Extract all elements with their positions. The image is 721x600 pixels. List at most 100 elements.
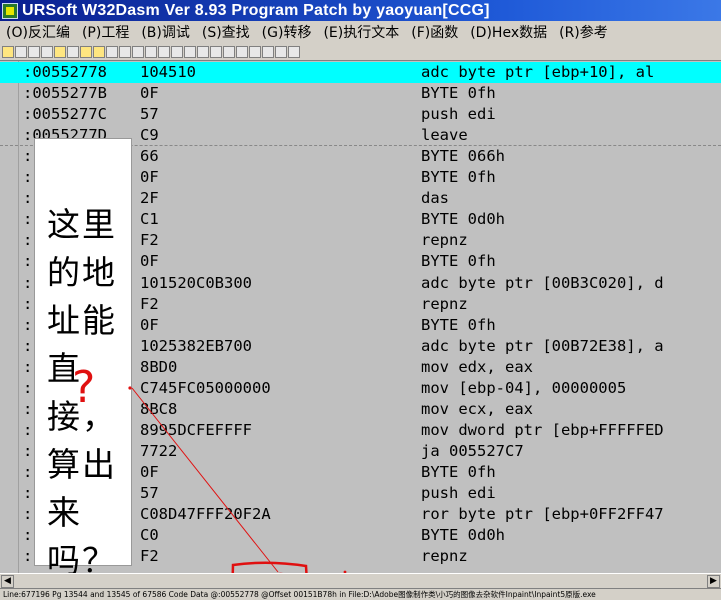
row-instruction: mov [ebp-04], 00000005 — [421, 378, 627, 397]
row-instruction: ja 005527C7 — [421, 441, 524, 460]
row-address: : — [23, 462, 33, 481]
toolbar-jump-icon[interactable] — [158, 45, 170, 58]
toolbar-string-ref-icon[interactable] — [288, 45, 300, 58]
row-hex-bytes: 0F — [140, 252, 159, 271]
arrow-left-icon[interactable]: ◀ — [1, 575, 14, 588]
menu-bar: (O)反汇编 (P)工程 (B)调试 (S)查找 (G)转移 (E)执行文本 (… — [0, 21, 721, 43]
toolbar-return-icon[interactable] — [171, 45, 183, 58]
row-address: : — [23, 189, 33, 208]
row-instruction: repnz — [421, 231, 468, 250]
disassembly-row[interactable]: :00552778 104510 adc byte ptr [ebp+10], al — [0, 62, 721, 83]
row-hex-bytes: F2 — [140, 547, 159, 566]
toolbar-imports-icon[interactable] — [210, 45, 222, 58]
row-address: : — [23, 315, 33, 334]
menu-search[interactable]: (S)查找 — [196, 22, 256, 42]
toolbar-hex-icon[interactable] — [236, 45, 248, 58]
row-hex-bytes: 0F — [140, 462, 159, 481]
row-instruction: push edi — [421, 105, 496, 124]
toolbar-goto-offset-icon[interactable] — [145, 45, 157, 58]
row-address: : — [23, 357, 33, 376]
row-instruction: mov dword ptr [ebp+FFFFFED — [421, 420, 664, 439]
toolbar-goto-page-icon[interactable] — [132, 45, 144, 58]
row-instruction: das — [421, 189, 449, 208]
row-address: :0055277B — [23, 84, 107, 103]
toolbar-menu-ref-icon[interactable] — [262, 45, 274, 58]
row-hex-bytes: C0 — [140, 526, 159, 545]
toolbar-save-icon[interactable] — [15, 45, 27, 58]
row-instruction: BYTE 0fh — [421, 315, 496, 334]
toolbar-print-icon[interactable] — [28, 45, 40, 58]
row-hex-bytes: 57 — [140, 105, 159, 124]
menu-disassemble[interactable]: (O)反汇编 — [0, 22, 76, 42]
row-instruction: BYTE 0fh — [421, 84, 496, 103]
row-instruction: BYTE 0d0h — [421, 526, 505, 545]
row-hex-bytes: C1 — [140, 210, 159, 229]
toolbar-load-icon[interactable] — [54, 45, 66, 58]
toolbar-step-icon[interactable] — [80, 45, 92, 58]
toolbar-open-icon[interactable] — [2, 45, 14, 58]
row-hex-bytes: C9 — [140, 126, 159, 145]
row-hex-bytes: 0F — [140, 315, 159, 334]
row-instruction: repnz — [421, 294, 468, 313]
row-hex-bytes: C745FC05000000 — [140, 378, 271, 397]
row-address: : — [23, 231, 33, 250]
toolbar-break-icon[interactable] — [93, 45, 105, 58]
row-instruction: leave — [421, 126, 468, 145]
row-address: :0055277C — [23, 105, 107, 124]
annotation-note-text: 这里的地址能直接，算出来吗？ — [47, 205, 117, 580]
toolbar-return-call-icon[interactable] — [197, 45, 209, 58]
app-icon[interactable] — [2, 2, 18, 19]
row-hex-bytes: 8BC8 — [140, 399, 178, 418]
menu-goto[interactable]: (G)转移 — [256, 22, 318, 42]
row-address: : — [23, 294, 33, 313]
row-hex-bytes: 57 — [140, 484, 159, 502]
row-instruction: push edi — [421, 484, 496, 502]
status-bar: Line:677196 Pg 13544 and 13545 of 67586 … — [0, 588, 721, 600]
row-hex-bytes: 8BD0 — [140, 357, 178, 376]
arrow-right-icon[interactable]: ▶ — [707, 575, 720, 588]
row-instruction: BYTE 0fh — [421, 168, 496, 187]
row-instruction: mov edx, eax — [421, 357, 533, 376]
toolbar-run-icon[interactable] — [67, 45, 79, 58]
toolbar-goto-code-icon[interactable] — [106, 45, 118, 58]
row-hex-bytes: 0F — [140, 84, 159, 103]
menu-debug[interactable]: (B)调试 — [135, 22, 196, 42]
row-address: : — [23, 484, 33, 502]
row-hex-bytes: 2F — [140, 189, 159, 208]
menu-hex-data[interactable]: (D)Hex数据 — [464, 22, 553, 42]
toolbar — [0, 43, 721, 61]
row-address: : — [23, 505, 33, 524]
row-address: : — [23, 378, 33, 397]
disassembly-row[interactable]: :0055277C 57 push edi — [0, 104, 721, 125]
row-hex-bytes: 1025382EB700 — [140, 336, 252, 355]
horizontal-scrollbar[interactable]: ◀ ▶ — [0, 573, 721, 589]
row-address: : — [23, 547, 33, 566]
row-instruction: BYTE 0d0h — [421, 210, 505, 229]
row-instruction: adc byte ptr [ebp+10], al — [421, 63, 655, 81]
toolbar-font-icon[interactable] — [41, 45, 53, 58]
toolbar-call-icon[interactable] — [184, 45, 196, 58]
menu-project[interactable]: (P)工程 — [76, 22, 135, 42]
row-instruction: BYTE 066h — [421, 147, 505, 166]
row-instruction: BYTE 0fh — [421, 462, 496, 481]
row-address: : — [23, 420, 33, 439]
toolbar-goto-entry-icon[interactable] — [119, 45, 131, 58]
row-address: : — [23, 336, 33, 355]
row-hex-bytes: 8995DCFEFFFF — [140, 420, 252, 439]
toolbar-hex-code-icon[interactable] — [249, 45, 261, 58]
row-address: : — [23, 210, 33, 229]
row-address: : — [23, 441, 33, 460]
row-address: : — [23, 252, 33, 271]
toolbar-exports-icon[interactable] — [223, 45, 235, 58]
row-address: : — [23, 399, 33, 418]
row-hex-bytes: C08D47FFF20F2A — [140, 505, 271, 524]
disassembly-row[interactable]: :0055277B 0F BYTE 0fh — [0, 83, 721, 104]
menu-functions[interactable]: (F)函数 — [405, 22, 464, 42]
menu-execute-text[interactable]: (E)执行文本 — [317, 22, 405, 42]
toolbar-dialog-ref-icon[interactable] — [275, 45, 287, 58]
row-address: :00552778 — [23, 63, 107, 81]
row-hex-bytes: 0F — [140, 168, 159, 187]
row-hex-bytes: 101520C0B300 — [140, 273, 252, 292]
menu-references[interactable]: (R)参考 — [553, 22, 614, 42]
annotation-note: 这里的地址能直接，算出来吗？ — [34, 138, 132, 580]
